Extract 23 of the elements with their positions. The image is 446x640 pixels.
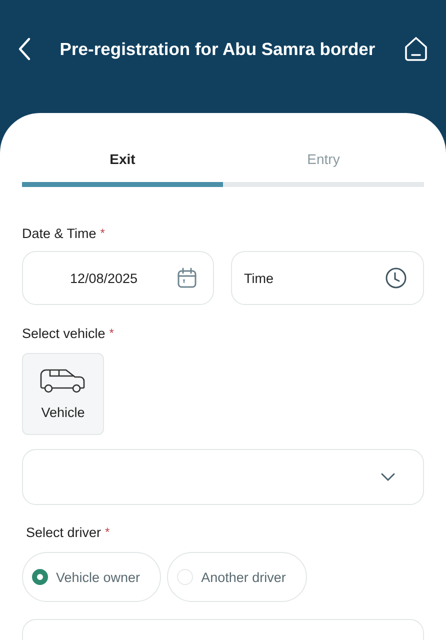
date-field[interactable]: 12/08/2025 <box>22 251 214 305</box>
page-title: Pre-registration for Abu Samra border <box>58 38 376 60</box>
car-icon <box>40 368 86 394</box>
clock-icon <box>385 267 407 289</box>
radio-label: Vehicle owner <box>56 570 140 584</box>
radio-label: Another driver <box>201 570 286 584</box>
back-icon[interactable] <box>17 37 31 61</box>
tab[interactable]: Exit <box>22 149 223 169</box>
time-field[interactable]: Time <box>231 251 424 305</box>
field-label: Select vehicle <box>22 326 106 341</box>
tile-label: Vehicle <box>41 404 85 420</box>
field-label: Select driver <box>26 525 102 540</box>
required-mark: * <box>100 226 105 241</box>
radio-option[interactable]: Another driver <box>167 552 307 602</box>
required-mark: * <box>105 525 110 540</box>
chevron-down-icon <box>381 473 395 481</box>
calendar-icon <box>177 267 197 289</box>
radio-option[interactable]: Vehicle owner <box>22 552 162 602</box>
required-mark: * <box>109 326 114 341</box>
vehicle-tile[interactable]: Vehicle <box>22 353 104 435</box>
field-label: Date & Time <box>22 226 96 241</box>
radio-button[interactable] <box>32 569 48 585</box>
home-icon[interactable] <box>404 36 428 62</box>
